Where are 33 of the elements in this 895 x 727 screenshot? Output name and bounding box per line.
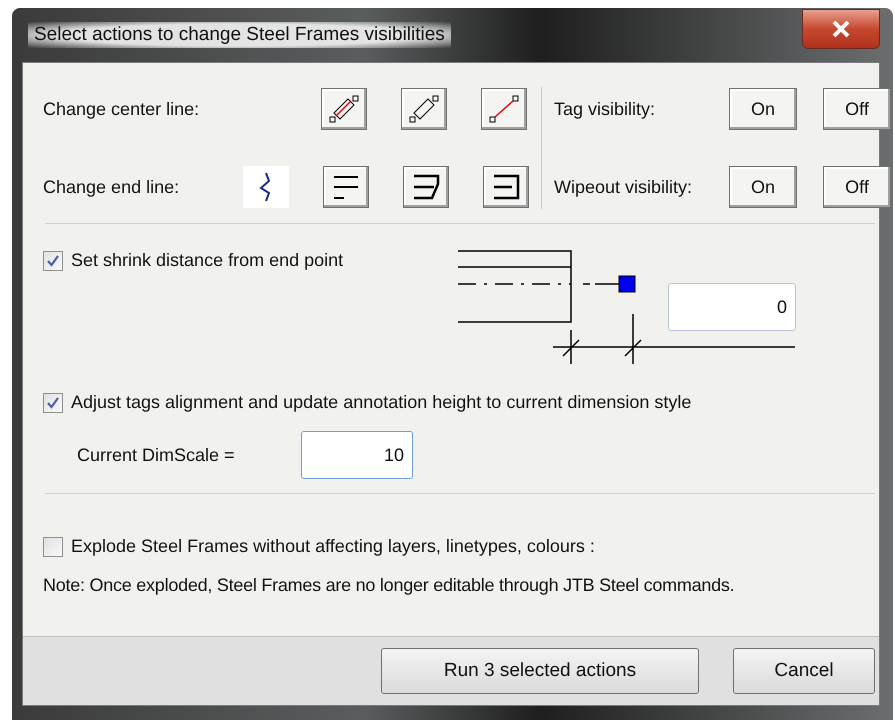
checkbox[interactable]	[43, 392, 63, 412]
rectangle-line-icon	[328, 93, 360, 125]
dimscale-label: Current DimScale =	[77, 444, 236, 466]
center-line-label: Change center line:	[43, 98, 200, 120]
note-text: Note: Once exploded, Steel Frames are no longer editable through JTB Steel commands.	[43, 575, 736, 596]
rectangle-icon	[408, 93, 440, 125]
end-line-label: Change end line:	[43, 176, 180, 198]
end-line-button[interactable]	[323, 166, 369, 208]
center-line-button[interactable]	[321, 88, 367, 130]
end-line-button[interactable]	[403, 166, 449, 208]
center-line-button[interactable]	[401, 88, 447, 130]
close-icon	[831, 20, 851, 38]
center-line-button[interactable]	[481, 88, 527, 130]
cancel-button[interactable]: Cancel	[733, 648, 875, 694]
diagonal-line-icon	[488, 93, 520, 125]
run-button[interactable]: Run 3 selected actions	[381, 648, 699, 694]
checkbox[interactable]	[43, 536, 63, 556]
end-line-button[interactable]	[483, 166, 529, 208]
window-title: Select actions to change Steel Frames visibilities	[28, 22, 451, 48]
dimscale-field[interactable]: 10	[301, 431, 413, 479]
visibility-button[interactable]: On	[729, 88, 797, 130]
adjust-label: Adjust tags alignment and update annotation height to current dimension style	[71, 392, 692, 413]
visibility-button[interactable]: Off	[823, 88, 891, 130]
shrink-distance-field[interactable]: 0	[668, 283, 796, 331]
visibility-button[interactable]: On	[729, 166, 797, 208]
explode-label: Explode Steel Frames without affecting layers, linetypes, colours :	[71, 536, 595, 557]
visibility-label: Wipeout visibility:	[554, 176, 694, 198]
close-button[interactable]	[802, 9, 880, 49]
end-line-button[interactable]	[243, 166, 289, 208]
visibility-label: Tag visibility:	[554, 98, 656, 120]
shrink-label: Set shrink distance from end point	[71, 250, 344, 271]
checkbox[interactable]	[43, 250, 63, 270]
visibility-button[interactable]: Off	[823, 166, 891, 208]
